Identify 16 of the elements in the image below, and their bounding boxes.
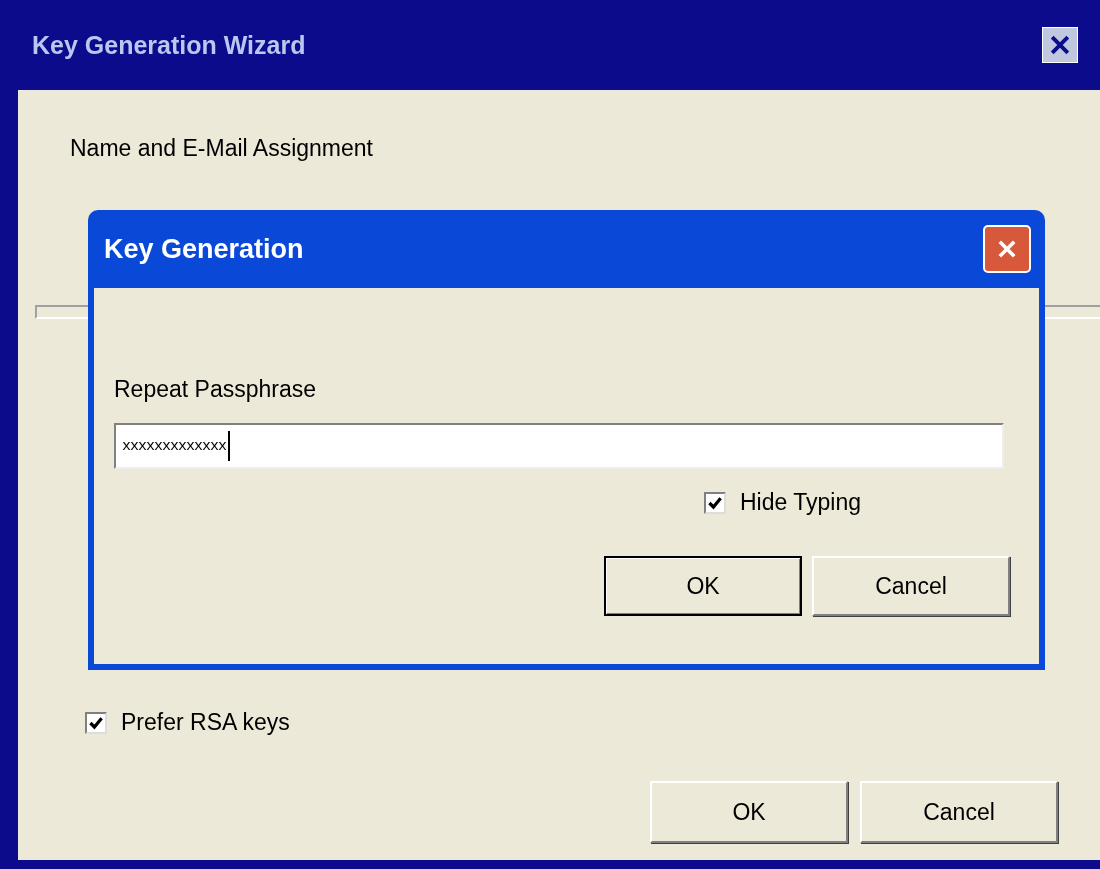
ok-button[interactable]: OK: [604, 556, 802, 616]
cancel-button[interactable]: Cancel: [812, 556, 1010, 616]
ok-button[interactable]: OK: [650, 781, 848, 843]
field-label: Repeat Passphrase: [114, 376, 317, 403]
checkbox-label: Hide Typing: [740, 489, 862, 516]
dialog-title: Key Generation: [104, 233, 304, 265]
window-title: Key Generation Wizard: [32, 30, 306, 60]
cancel-button[interactable]: Cancel: [860, 781, 1058, 843]
section-heading: Name and E-Mail Assignment: [69, 134, 374, 162]
checkmark-icon: [707, 494, 723, 511]
close-button[interactable]: [1042, 27, 1078, 63]
checkbox[interactable]: [704, 491, 726, 514]
checkbox-label: Prefer RSA keys: [121, 709, 290, 736]
checkmark-icon: [88, 714, 104, 731]
checkbox[interactable]: [85, 711, 107, 734]
passphrase-field[interactable]: xxxxxxxxxxxxx: [114, 423, 1004, 469]
